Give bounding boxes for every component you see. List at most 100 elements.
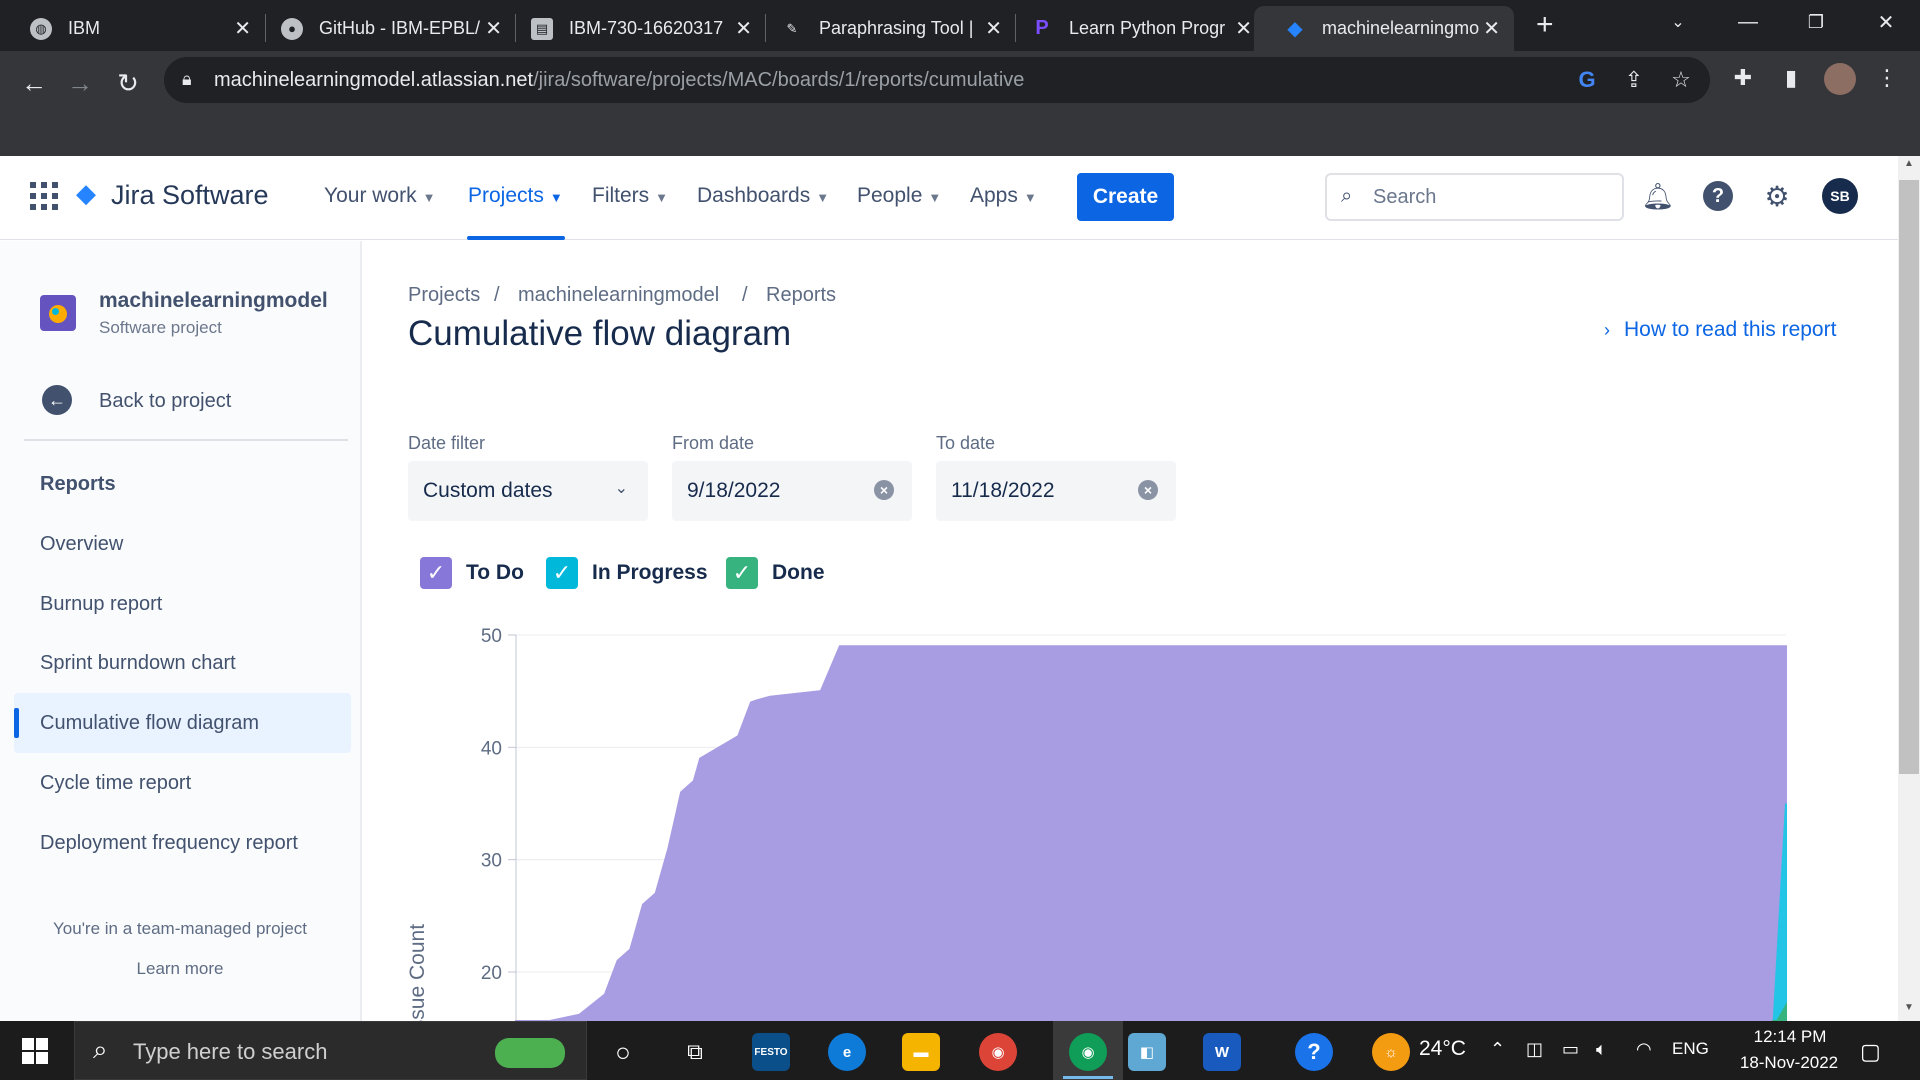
cortana-icon[interactable]: ○ bbox=[604, 1033, 642, 1071]
close-icon[interactable]: ✕ bbox=[234, 16, 251, 41]
sidebar-item-cumulative-flow[interactable]: Cumulative flow diagram bbox=[40, 712, 259, 735]
new-tab-icon[interactable]: + bbox=[1536, 8, 1554, 42]
lock-icon: 🔒︎ bbox=[182, 69, 192, 89]
tab-title: IBM bbox=[68, 18, 101, 38]
chevron-down-icon: ▼ bbox=[816, 190, 830, 205]
edge-icon[interactable]: e bbox=[828, 1033, 866, 1071]
from-date-value: 9/18/2022 bbox=[687, 479, 781, 502]
sidebar-item-overview[interactable]: Overview bbox=[40, 533, 123, 556]
tab-jira[interactable]: ◆ machinelearningmo ✕ bbox=[1254, 6, 1514, 51]
clock-time[interactable]: 12:14 PM bbox=[1740, 1027, 1840, 1047]
extensions-icon[interactable]: ✚ bbox=[1728, 63, 1758, 93]
close-icon[interactable]: ✕ bbox=[1235, 16, 1252, 41]
to-date-input[interactable]: 11/18/2022 × bbox=[936, 461, 1176, 521]
windows-start-icon[interactable] bbox=[22, 1038, 48, 1064]
tray-chevron-up-icon[interactable]: ⌃ bbox=[1490, 1039, 1505, 1060]
clear-icon[interactable]: × bbox=[874, 480, 894, 500]
notes-app-icon[interactable]: ◧ bbox=[1128, 1033, 1166, 1071]
nav-your-work[interactable]: Your work ▼ bbox=[324, 184, 435, 208]
nav-dashboards[interactable]: Dashboards ▼ bbox=[697, 184, 829, 208]
festo-app-icon[interactable]: FESTO bbox=[752, 1033, 790, 1071]
user-avatar[interactable]: SB bbox=[1820, 176, 1860, 216]
checkbox-checked-icon[interactable]: ✓ bbox=[726, 557, 758, 589]
chrome-icon[interactable]: ◉ bbox=[979, 1033, 1017, 1071]
taskbar-search-input[interactable]: ⌕ Type here to search bbox=[74, 1021, 587, 1080]
python-icon: P bbox=[1035, 17, 1049, 39]
tab-ibm-doc[interactable]: ▤ IBM-730-16620317 ✕ bbox=[501, 6, 766, 51]
search-input[interactable]: ⌕ Search bbox=[1325, 173, 1624, 221]
share-icon[interactable]: ⇪ bbox=[1619, 65, 1649, 95]
menu-icon[interactable]: ⋮ bbox=[1872, 63, 1902, 93]
jira-logo-icon[interactable]: ◆ bbox=[76, 178, 96, 209]
task-view-icon[interactable]: ⧉ bbox=[676, 1033, 714, 1071]
date-filter-select[interactable]: Custom dates ⌄ bbox=[408, 461, 648, 521]
from-date-input[interactable]: 9/18/2022 × bbox=[672, 461, 912, 521]
network-icon[interactable]: ◠ bbox=[1636, 1039, 1652, 1060]
sidebar-item-deployment-frequency[interactable]: Deployment frequency report bbox=[40, 832, 298, 855]
checkbox-checked-icon[interactable]: ✓ bbox=[546, 557, 578, 589]
tab-github[interactable]: ● GitHub - IBM-EPBL/ ✕ bbox=[251, 6, 516, 51]
forward-icon[interactable]: → bbox=[60, 63, 100, 103]
profile-avatar[interactable] bbox=[1824, 63, 1856, 95]
language-indicator[interactable]: ENG bbox=[1672, 1039, 1709, 1059]
breadcrumb-project[interactable]: machinelearningmodel bbox=[518, 284, 719, 307]
restore-icon[interactable]: ❐ bbox=[1786, 0, 1846, 44]
clock-date[interactable]: 18-Nov-2022 bbox=[1722, 1053, 1856, 1073]
meet-icon[interactable]: ◫ bbox=[1526, 1039, 1543, 1060]
close-icon[interactable]: ✕ bbox=[1483, 16, 1500, 41]
sidebar-item-sprint-burndown[interactable]: Sprint burndown chart bbox=[40, 652, 236, 675]
chrome-active-app-icon[interactable]: ◉ bbox=[1053, 1021, 1123, 1080]
browser-tab-bar: ◍ IBM ✕ ● GitHub - IBM-EPBL/ ✕ ▤ IBM-730… bbox=[0, 0, 1920, 51]
app-switcher-icon[interactable] bbox=[30, 182, 58, 210]
checkbox-checked-icon[interactable]: ✓ bbox=[420, 557, 452, 589]
nav-people[interactable]: People ▼ bbox=[857, 184, 941, 208]
sidebar-item-cycle-time[interactable]: Cycle time report bbox=[40, 772, 191, 795]
close-icon[interactable]: ✕ bbox=[735, 16, 752, 41]
word-icon[interactable]: W bbox=[1203, 1033, 1241, 1071]
globe-icon: ◍ bbox=[30, 17, 52, 40]
reload-icon[interactable]: ↻ bbox=[108, 63, 148, 103]
volume-icon[interactable]: 🔈︎ bbox=[1596, 1039, 1607, 1060]
star-icon[interactable]: ☆ bbox=[1666, 65, 1696, 95]
notifications-icon[interactable]: 🔔︎ bbox=[1638, 176, 1678, 216]
close-icon[interactable]: ✕ bbox=[485, 16, 502, 41]
learn-more-link[interactable]: Learn more bbox=[0, 959, 360, 979]
notification-center-icon[interactable]: ▢ bbox=[1860, 1039, 1881, 1065]
settings-icon[interactable]: ⚙ bbox=[1757, 176, 1797, 216]
close-icon[interactable]: ✕ bbox=[985, 16, 1002, 41]
breadcrumb-reports[interactable]: Reports bbox=[766, 284, 836, 307]
tab-python[interactable]: P Learn Python Progr ✕ bbox=[1001, 6, 1266, 51]
tab-paraphrasing[interactable]: ✎ Paraphrasing Tool | ✕ bbox=[751, 6, 1016, 51]
chart-y-ticks: 50 40 30 20 bbox=[481, 626, 502, 984]
weather-icon[interactable]: ☼ bbox=[1372, 1033, 1410, 1071]
scrollbar-thumb[interactable] bbox=[1899, 180, 1919, 774]
nav-projects[interactable]: Projects ▼ bbox=[468, 184, 563, 208]
legend-todo[interactable]: ✓ To Do bbox=[420, 557, 524, 589]
legend-done[interactable]: ✓ Done bbox=[726, 557, 825, 589]
nav-apps[interactable]: Apps ▼ bbox=[970, 184, 1037, 208]
breadcrumb-projects[interactable]: Projects bbox=[408, 284, 480, 307]
product-name[interactable]: Jira Software bbox=[111, 180, 269, 211]
tab-search-icon[interactable]: ⌄ bbox=[1648, 0, 1708, 44]
sidebar-item-burnup[interactable]: Burnup report bbox=[40, 593, 162, 616]
help-app-icon[interactable]: ? bbox=[1295, 1033, 1333, 1071]
address-bar[interactable]: 🔒︎ machinelearningmodel.atlassian.net/ji… bbox=[164, 57, 1710, 103]
close-window-icon[interactable]: ✕ bbox=[1856, 0, 1916, 44]
help-icon[interactable]: ? bbox=[1698, 176, 1738, 216]
back-to-project-link[interactable]: Back to project bbox=[99, 390, 231, 413]
clear-icon[interactable]: × bbox=[1138, 480, 1158, 500]
how-to-read-link[interactable]: › How to read this report bbox=[1604, 318, 1836, 342]
minimize-icon[interactable]: — bbox=[1718, 0, 1778, 44]
create-button[interactable]: Create bbox=[1077, 173, 1174, 221]
temperature-text[interactable]: 24°C bbox=[1419, 1037, 1466, 1061]
google-icon[interactable]: G bbox=[1572, 65, 1602, 95]
side-panel-icon[interactable]: ▮ bbox=[1776, 63, 1806, 93]
legend-in-progress[interactable]: ✓ In Progress bbox=[546, 557, 708, 589]
tab-ibm[interactable]: ◍ IBM ✕ bbox=[0, 6, 265, 51]
doc-icon: ▤ bbox=[531, 17, 553, 40]
nav-filters[interactable]: Filters ▼ bbox=[592, 184, 668, 208]
battery-icon[interactable]: ▭ bbox=[1562, 1039, 1579, 1060]
back-icon[interactable]: ← bbox=[14, 63, 54, 103]
file-explorer-icon[interactable]: ▬ bbox=[902, 1033, 940, 1071]
back-arrow-icon[interactable]: ← bbox=[42, 385, 72, 415]
